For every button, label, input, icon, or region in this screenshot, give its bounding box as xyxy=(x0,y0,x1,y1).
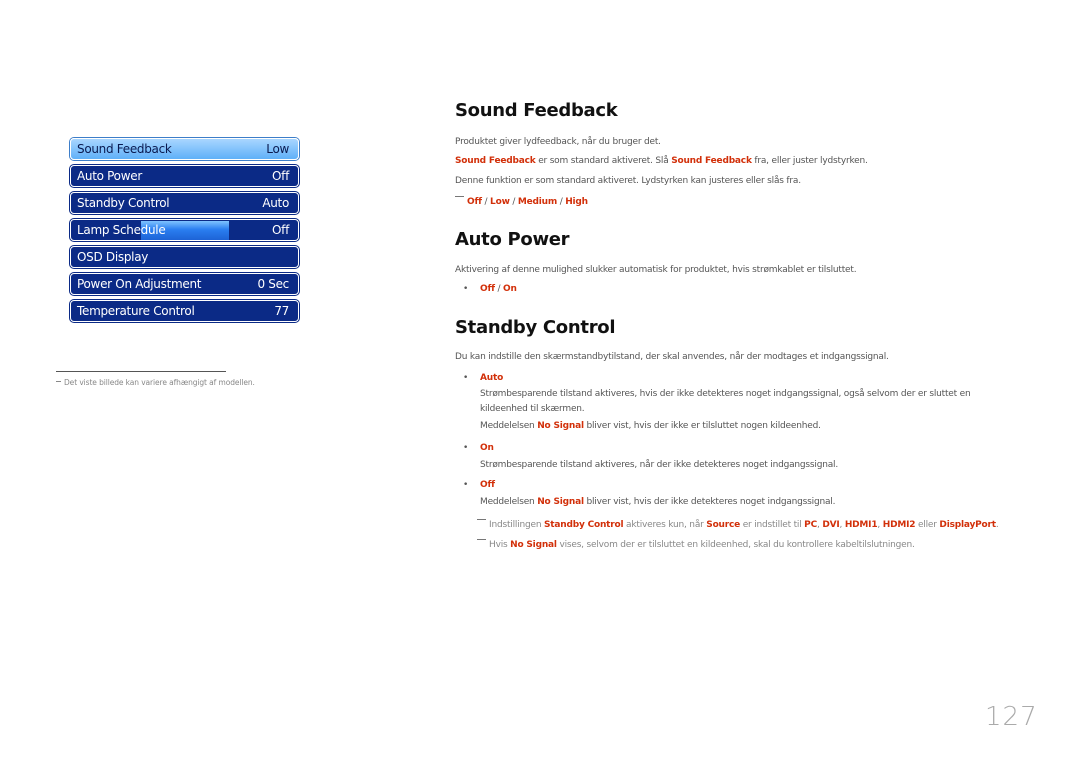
osd-item-value: 77 xyxy=(274,304,289,318)
standby-auto-desc-1: Strømbesparende tilstand aktiveres, hvis… xyxy=(480,389,971,399)
osd-item-power-on-adjustment[interactable]: Power On Adjustment 0 Sec xyxy=(70,273,299,295)
standby-off-desc: Meddelelsen No Signal bliver vist, hvis … xyxy=(480,497,836,507)
standby-note-source: Indstillingen Standby Control aktiveres … xyxy=(477,519,999,530)
footnote: Det viste billede kan variere afhængigt … xyxy=(56,378,255,387)
standby-auto-desc-2: kildeenhed til skærmen. xyxy=(480,404,585,414)
auto-power-desc: Aktivering af denne mulighed slukker aut… xyxy=(455,265,857,275)
osd-item-value: Auto xyxy=(262,196,289,210)
section-title-sound-feedback: Sound Feedback xyxy=(455,100,618,121)
standby-option-off: Off xyxy=(480,480,495,490)
page-number: 127 xyxy=(985,702,1038,732)
dash-icon xyxy=(56,381,61,382)
note-dash-icon xyxy=(455,196,464,197)
bullet-icon: • xyxy=(463,373,469,383)
standby-control-desc: Du kan indstille den skærmstandbytilstan… xyxy=(455,352,889,362)
sound-feedback-default: Sound Feedback er som standard aktiveret… xyxy=(455,156,868,166)
sound-feedback-note: Denne funktion er som standard aktiveret… xyxy=(455,176,801,186)
osd-item-label: Auto Power xyxy=(77,169,142,183)
section-title-standby-control: Standby Control xyxy=(455,317,616,338)
osd-item-label: Power On Adjustment xyxy=(77,277,202,291)
footnote-divider xyxy=(56,371,226,372)
standby-option-on: On xyxy=(480,443,494,453)
standby-auto-desc-3: Meddelelsen No Signal bliver vist, hvis … xyxy=(480,421,821,431)
osd-item-label: Lamp Schedule xyxy=(77,223,166,237)
osd-item-sound-feedback[interactable]: Sound Feedback Low xyxy=(70,138,299,160)
standby-on-desc: Strømbesparende tilstand aktiveres, når … xyxy=(480,460,839,470)
osd-item-osd-display[interactable]: OSD Display xyxy=(70,246,299,268)
note-dash-icon xyxy=(477,539,486,540)
osd-item-label: Standby Control xyxy=(77,196,170,210)
osd-item-value: 0 Sec xyxy=(257,277,289,291)
osd-item-value: Off xyxy=(272,223,289,237)
osd-item-value: Low xyxy=(266,142,289,156)
osd-item-label: OSD Display xyxy=(77,250,149,264)
standby-note-cable: Hvis No Signal vises, selvom der er tils… xyxy=(477,539,915,550)
osd-item-value: Off xyxy=(272,169,289,183)
section-title-auto-power: Auto Power xyxy=(455,229,570,250)
osd-item-temperature-control[interactable]: Temperature Control 77 xyxy=(70,300,299,322)
bullet-icon: • xyxy=(463,284,469,294)
note-dash-icon xyxy=(477,519,486,520)
sound-feedback-desc: Produktet giver lydfeedback, når du brug… xyxy=(455,137,661,147)
auto-power-options: Off / On xyxy=(480,284,517,294)
bullet-icon: • xyxy=(463,443,469,453)
osd-item-lamp-schedule[interactable]: Lamp Schedule Off xyxy=(70,219,299,241)
osd-item-label: Temperature Control xyxy=(77,304,195,318)
osd-item-standby-control[interactable]: Standby Control Auto xyxy=(70,192,299,214)
standby-option-auto: Auto xyxy=(480,373,504,383)
sound-feedback-options: Off / Low / Medium / High xyxy=(455,196,588,207)
osd-item-auto-power[interactable]: Auto Power Off xyxy=(70,165,299,187)
osd-item-label: Sound Feedback xyxy=(77,142,172,156)
osd-menu: Sound Feedback Low Auto Power Off Standb… xyxy=(70,138,299,327)
bullet-icon: • xyxy=(463,480,469,490)
